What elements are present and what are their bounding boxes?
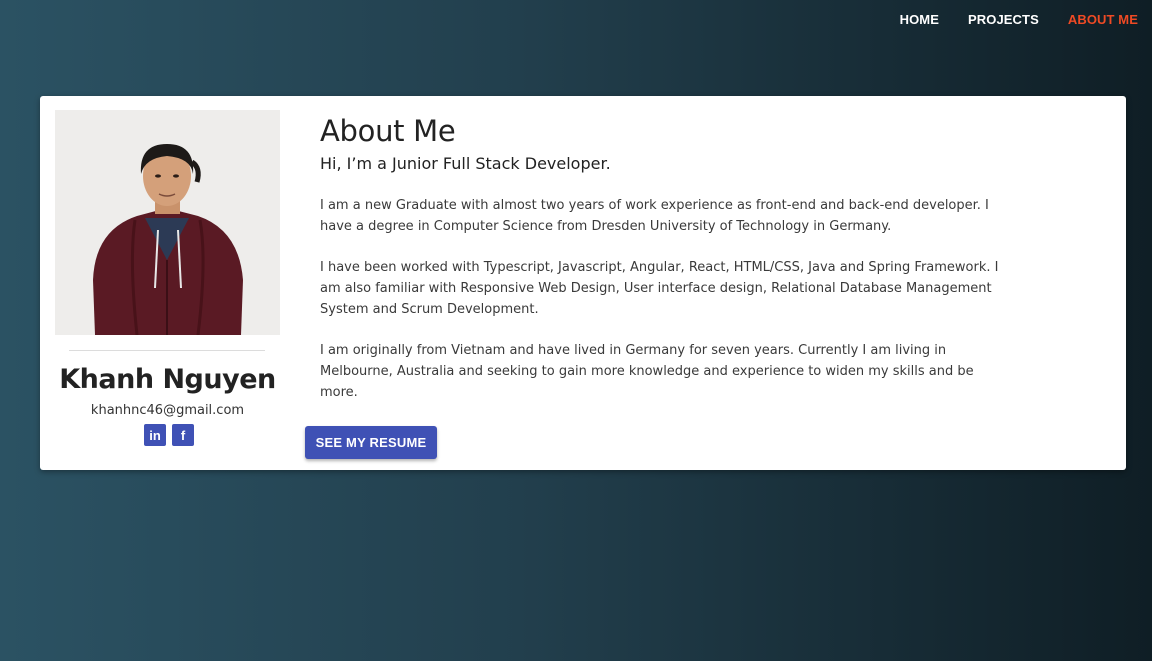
nav-projects-link[interactable]: PROJECTS bbox=[968, 12, 1039, 27]
see-resume-button[interactable]: SEE MY RESUME bbox=[305, 426, 437, 459]
about-content: About Me Hi, I’m a Junior Full Stack Dev… bbox=[320, 114, 1000, 403]
page-title: About Me bbox=[320, 114, 456, 148]
about-subheading: Hi, I’m a Junior Full Stack Developer. bbox=[320, 153, 611, 173]
social-links: in f bbox=[144, 424, 194, 446]
nav-about-link[interactable]: ABOUT ME bbox=[1068, 12, 1138, 27]
profile-photo-image bbox=[55, 110, 280, 335]
linkedin-icon[interactable]: in bbox=[144, 424, 166, 446]
profile-email: khanhnc46@gmail.com bbox=[90, 403, 245, 418]
about-card: Khanh Nguyen khanhnc46@gmail.com in f Ab… bbox=[40, 96, 1126, 470]
about-paragraph: I am a new Graduate with almost two year… bbox=[320, 197, 989, 234]
about-paragraph: I am originally from Vietnam and have li… bbox=[320, 342, 974, 400]
top-nav: HOME PROJECTS ABOUT ME bbox=[871, 12, 1138, 27]
nav-home-link[interactable]: HOME bbox=[900, 12, 939, 27]
profile-photo bbox=[55, 110, 280, 335]
profile-divider bbox=[69, 350, 265, 351]
profile-name: Khanh Nguyen bbox=[59, 364, 276, 395]
about-paragraph: I have been worked with Typescript, Java… bbox=[320, 259, 999, 317]
facebook-icon[interactable]: f bbox=[172, 424, 194, 446]
